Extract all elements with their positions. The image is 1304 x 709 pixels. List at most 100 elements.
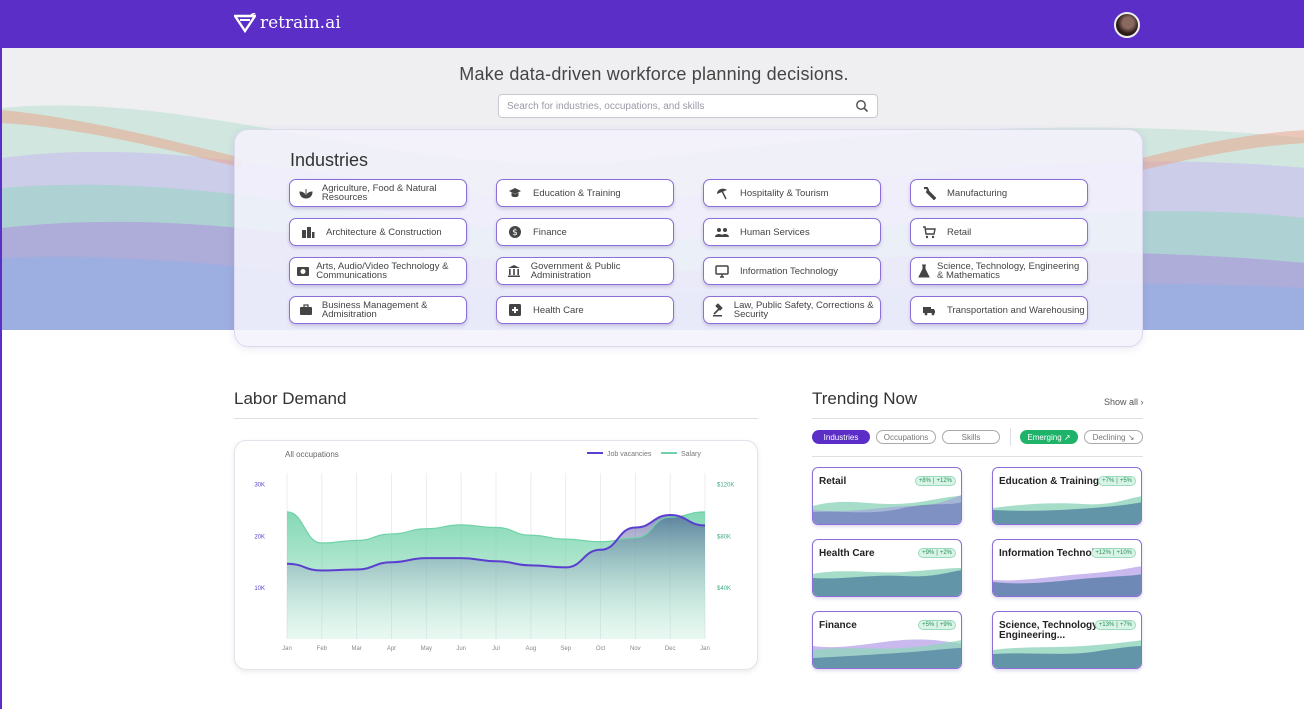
industry-government-button[interactable]: Government & Public Administration (496, 257, 674, 285)
industry-label: Finance (533, 226, 567, 238)
industry-label: Science, Technology, Engineering & Mathe… (937, 261, 1080, 281)
growth-badge: +13% | +7% (1094, 620, 1136, 630)
industry-label: Law, Public Safety, Corrections & Securi… (733, 300, 874, 320)
trending-card-name: Health Care (819, 548, 875, 559)
growth-value: +10% (1116, 550, 1132, 556)
industry-agriculture-button[interactable]: Agriculture, Food & Natural Resources (289, 179, 467, 207)
trending-card-name: Retail (819, 476, 847, 487)
x-tick-label: Jul (492, 646, 500, 652)
filter-emerging-tab[interactable]: Emerging ↗ (1020, 430, 1078, 444)
filter-occupations-tab[interactable]: Occupations (876, 430, 936, 444)
industry-label: Manufacturing (947, 187, 1008, 199)
beach-umbrella-icon (704, 186, 740, 200)
trending-card-information-technology[interactable]: Information Technology +12% | +10% (992, 539, 1142, 597)
dollar-coin-icon: $ (497, 225, 533, 239)
industry-stem-button[interactable]: Science, Technology, Engineering & Mathe… (910, 257, 1088, 285)
growth-badge: +7% | +5% (1098, 476, 1136, 486)
industry-architecture-button[interactable]: Architecture & Construction (289, 218, 467, 246)
industry-finance-button[interactable]: $ Finance (496, 218, 674, 246)
chart-subtitle: All occupations (285, 450, 339, 459)
trending-card-name: Education & Training (999, 476, 1100, 487)
growth-value: +12% (936, 478, 952, 484)
industry-hospitality-button[interactable]: Hospitality & Tourism (703, 179, 881, 207)
y-left-tick-label: 30K (254, 482, 265, 488)
plant-icon (290, 186, 322, 200)
industry-education-button[interactable]: Education & Training (496, 179, 674, 207)
industry-arts-button[interactable]: Arts, Audio/Video Technology & Communica… (289, 257, 467, 285)
divider (234, 418, 758, 419)
trend-sparkline (813, 494, 961, 524)
x-tick-label: Jan (282, 646, 292, 652)
emerging-label: Emerging (1027, 432, 1062, 442)
divider (812, 456, 1143, 457)
industry-health-care-button[interactable]: Health Care (496, 296, 674, 324)
search-input[interactable] (499, 95, 839, 117)
industry-business-button[interactable]: Business Management & Admisitration (289, 296, 467, 324)
industry-it-button[interactable]: Information Technology (703, 257, 881, 285)
growth-value: +5% (1119, 478, 1132, 484)
industry-law-button[interactable]: Law, Public Safety, Corrections & Securi… (703, 296, 881, 324)
filter-skills-tab[interactable]: Skills (942, 430, 1000, 444)
filter-industries-tab[interactable]: Industries (812, 430, 870, 444)
trending-card-education[interactable]: Education & Training +7% | +5% (992, 467, 1142, 525)
show-all-label: Show all (1104, 397, 1139, 407)
trend-sparkline (813, 568, 961, 596)
x-tick-label: Apr (387, 646, 396, 652)
buildings-icon (290, 225, 326, 239)
growth-value: +7% (1102, 478, 1115, 484)
x-tick-label: Jan (700, 646, 710, 652)
x-tick-label: Feb (317, 646, 328, 652)
app-name: retrain.ai (260, 13, 341, 33)
government-building-icon (497, 264, 531, 278)
wrench-icon (911, 186, 947, 200)
industry-transportation-button[interactable]: Transportation and Warehousing (910, 296, 1088, 324)
industry-label: Health Care (533, 304, 584, 316)
x-tick-label: Jun (456, 646, 466, 652)
app-logo[interactable]: retrain.ai (234, 13, 341, 33)
retrain-logo-icon (234, 13, 256, 33)
hero-headline: Make data-driven workforce planning deci… (459, 64, 849, 84)
x-tick-label: Nov (630, 646, 641, 652)
flask-icon (911, 264, 937, 278)
growth-badge: +5% | +9% (918, 620, 956, 630)
trend-sparkline (993, 640, 1141, 668)
trending-card-finance[interactable]: Finance +5% | +9% (812, 611, 962, 669)
declining-label: Declining (1092, 432, 1126, 442)
y-right-tick-label: $40K (717, 586, 731, 592)
trending-card-retail[interactable]: Retail +8% | +12% (812, 467, 962, 525)
industry-label: Agriculture, Food & Natural Resources (321, 183, 437, 203)
x-tick-label: Mar (351, 646, 361, 652)
growth-badge: +12% | +10% (1091, 548, 1136, 558)
labor-demand-chart: All occupations Job vacancies Salary Jan… (254, 450, 734, 652)
trending-card-health-care[interactable]: Health Care +9% | +2% (812, 539, 962, 597)
y-right-tick-label: $120K (717, 482, 734, 488)
industry-retail-button[interactable]: Retail (910, 218, 1088, 246)
trending-card-name: Finance (819, 620, 857, 631)
industry-human-services-button[interactable]: Human Services (703, 218, 881, 246)
user-avatar[interactable] (1114, 12, 1140, 38)
trending-card-stem[interactable]: Science, Technology, Engineering... +13%… (992, 611, 1142, 669)
divider (812, 418, 1143, 419)
filter-declining-tab[interactable]: Declining ↘ (1084, 430, 1143, 444)
growth-value: +7% (1119, 622, 1132, 628)
trend-sparkline (993, 566, 1141, 596)
x-tick-label: Sep (560, 646, 571, 652)
industry-label: Human Services (740, 226, 810, 238)
industry-manufacturing-button[interactable]: Manufacturing (910, 179, 1088, 207)
x-tick-label: Oct (596, 646, 606, 652)
search-bar (498, 94, 878, 118)
growth-badge: +9% | +2% (918, 548, 956, 558)
y-left-tick-label: 10K (254, 586, 265, 592)
industries-title: Industries (290, 150, 369, 170)
industry-label: Information Technology (740, 265, 839, 277)
growth-value: +9% (939, 622, 952, 628)
show-all-link[interactable]: Show all › (1104, 397, 1144, 407)
search-icon[interactable] (855, 99, 869, 113)
y-right-tick-label: $80K (717, 534, 731, 540)
industry-label: Arts, Audio/Video Technology & Communica… (316, 261, 449, 281)
trend-sparkline (993, 496, 1141, 524)
legend-salary-label: Salary (681, 451, 701, 458)
truck-icon (911, 303, 947, 317)
trending-now-title: Trending Now (812, 389, 918, 408)
industry-label: Hospitality & Tourism (740, 187, 829, 199)
